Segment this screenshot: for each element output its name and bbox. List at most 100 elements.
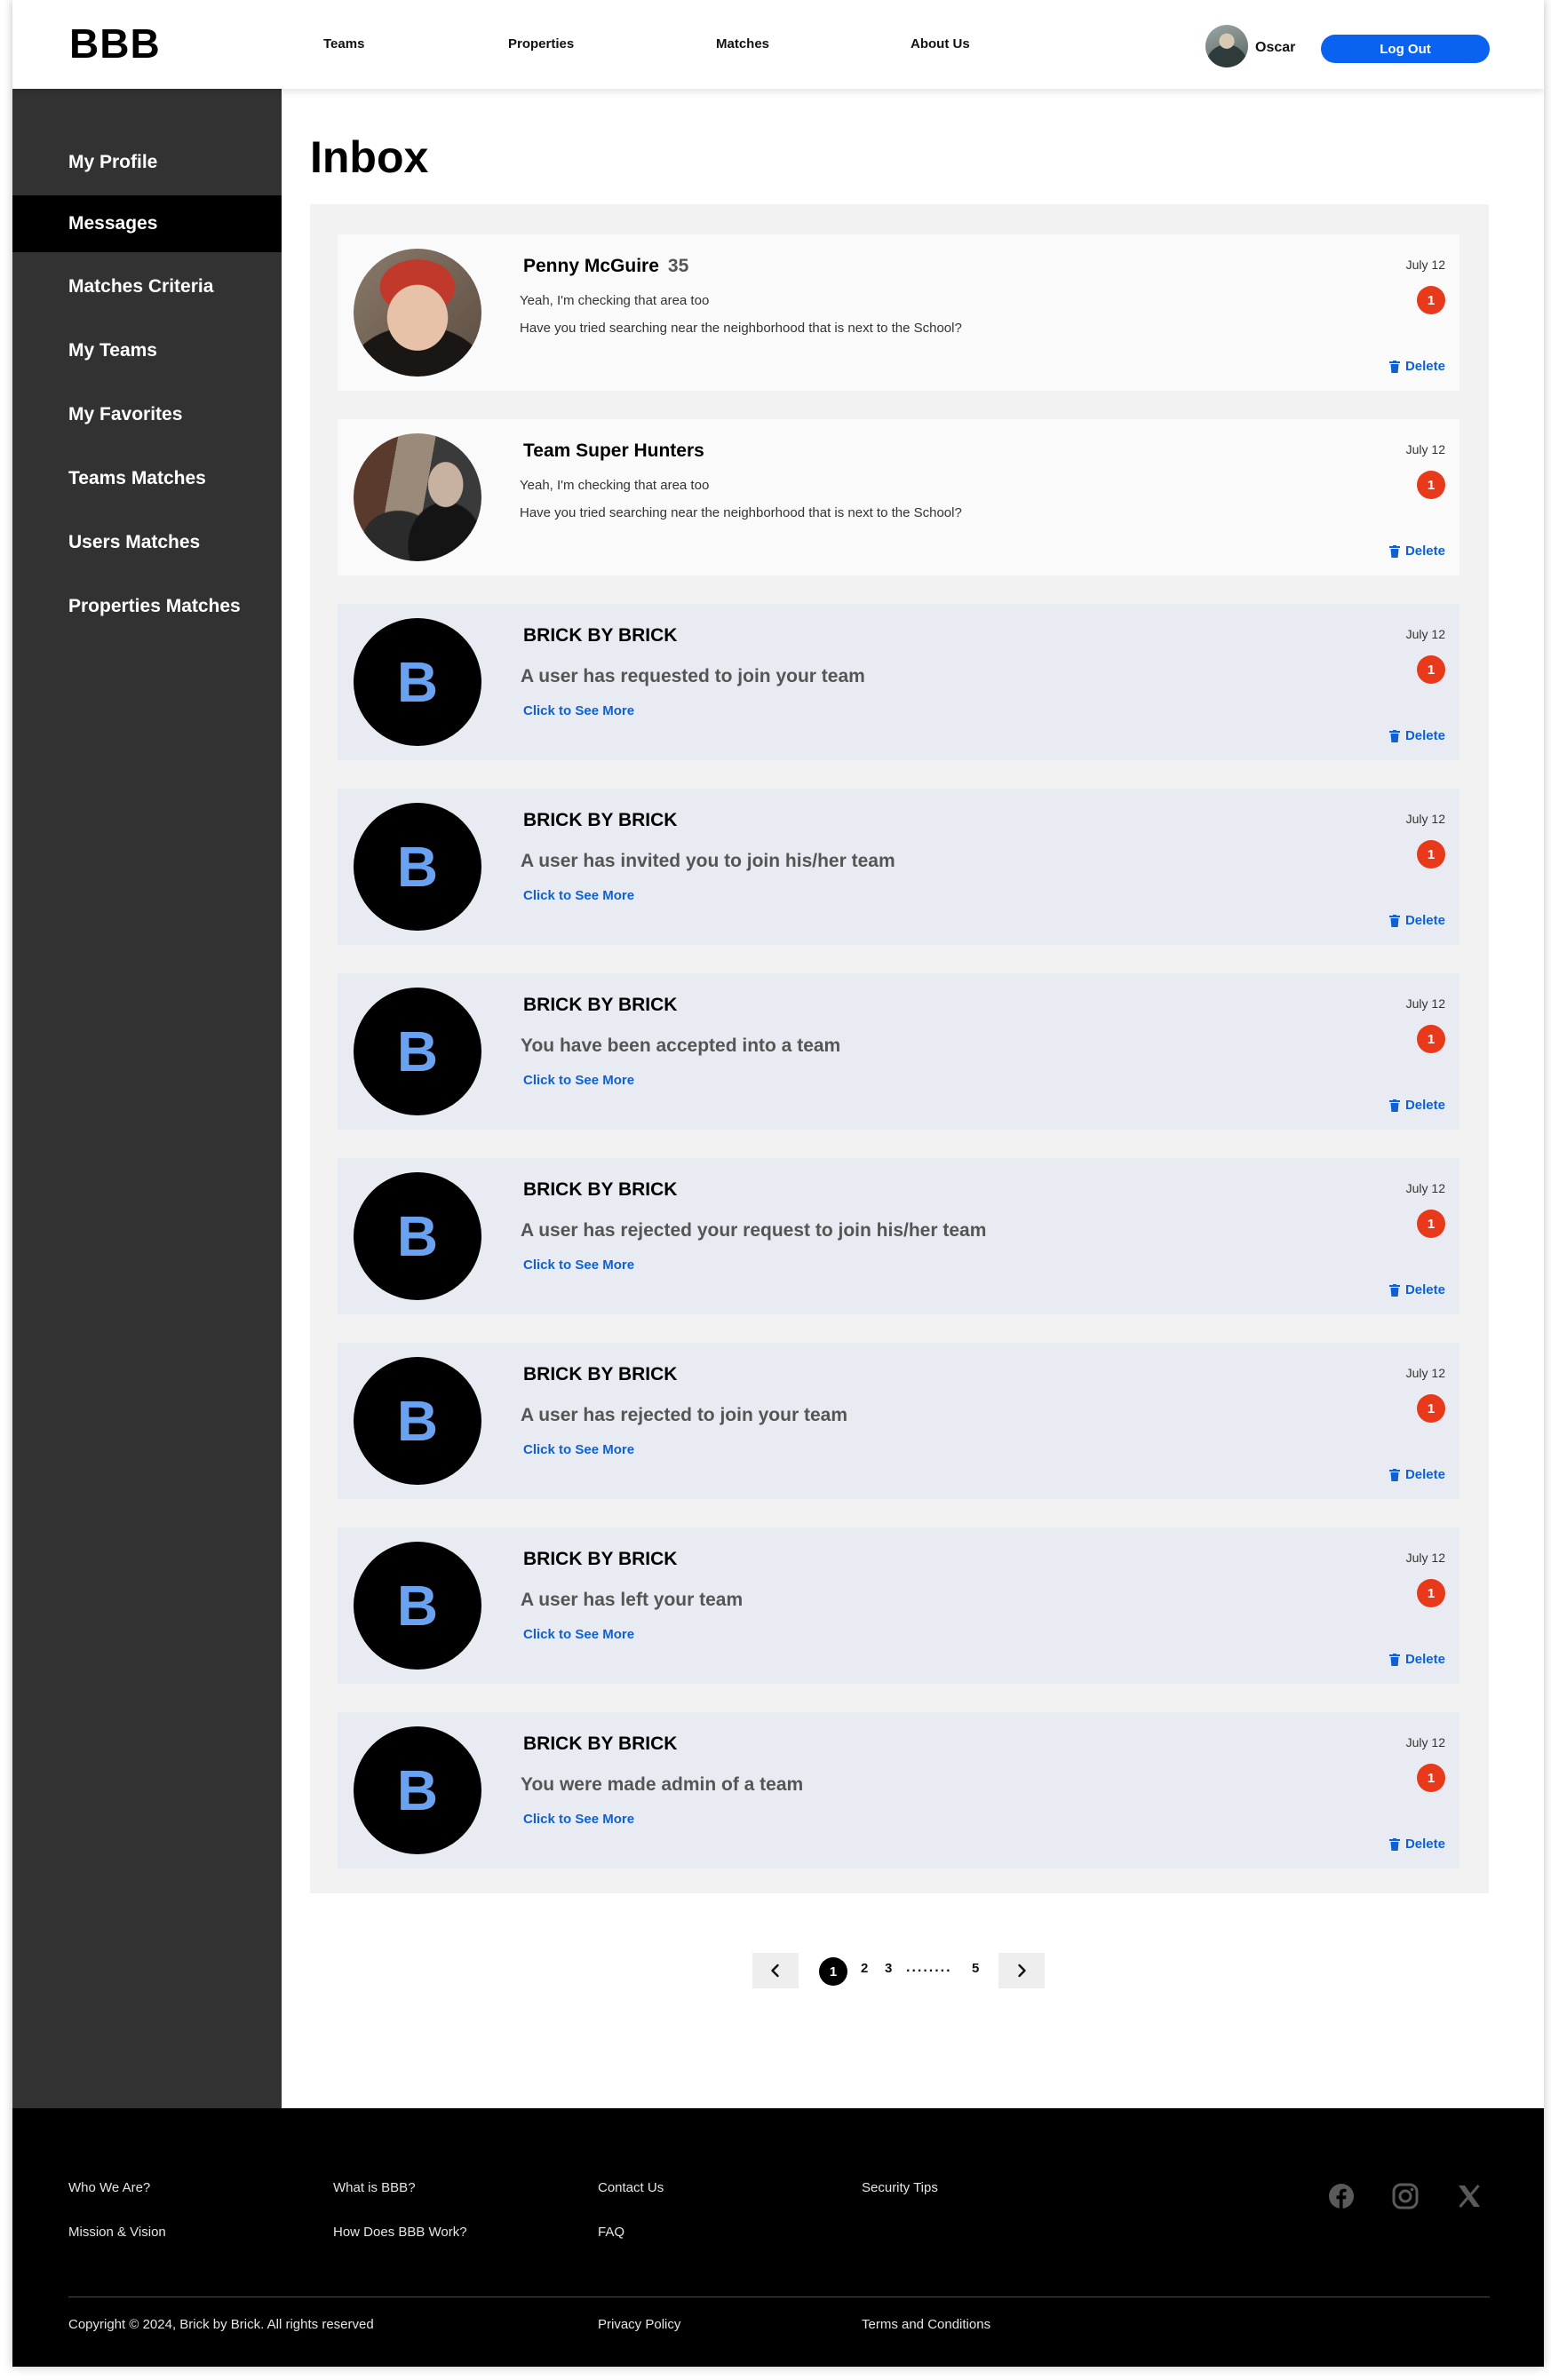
footer-link-what-is-bbb[interactable]: What is BBB? [333, 2180, 416, 2195]
sidebar-item-my-teams[interactable]: My Teams [12, 322, 282, 379]
message-date: July 12 [1405, 1735, 1445, 1749]
avatar [354, 433, 481, 561]
see-more-link[interactable]: Click to See More [523, 1812, 634, 1827]
message-card[interactable]: B BRICK BY BRICK A user has rejected you… [338, 1158, 1460, 1314]
brand-avatar: B [354, 1542, 481, 1670]
sender-name: BRICK BY BRICK [523, 1364, 678, 1384]
footer-link-privacy-policy[interactable]: Privacy Policy [598, 2317, 680, 2332]
pagination-current-page[interactable]: 1 [819, 1957, 847, 1986]
sender-name: Team Super Hunters [523, 440, 704, 461]
message-card[interactable]: B BRICK BY BRICK A user has invited you … [338, 789, 1460, 945]
pagination-next-button[interactable] [998, 1953, 1045, 1988]
sender-name: BRICK BY BRICK [523, 1179, 678, 1200]
brand-avatar-letter: B [396, 1574, 439, 1638]
delete-button[interactable]: Delete [1388, 913, 1445, 928]
sidebar-item-properties-matches[interactable]: Properties Matches [12, 578, 282, 635]
brand-avatar-letter: B [396, 1019, 439, 1083]
trash-icon [1388, 914, 1400, 927]
see-more-link[interactable]: Click to See More [523, 1257, 634, 1273]
unread-badge: 1 [1417, 1394, 1445, 1423]
delete-button[interactable]: Delete [1388, 1282, 1445, 1297]
instagram-icon[interactable] [1392, 2183, 1419, 2209]
see-more-link[interactable]: Click to See More [523, 1442, 634, 1457]
user-name[interactable]: Oscar [1255, 40, 1295, 56]
footer-link-how-bbb-works[interactable]: How Does BBB Work? [333, 2225, 467, 2240]
brand-avatar-letter: B [396, 1758, 439, 1822]
user-avatar[interactable] [1205, 25, 1248, 67]
brand-avatar: B [354, 1172, 481, 1300]
footer-link-contact-us[interactable]: Contact Us [598, 2180, 664, 2195]
sidebar-item-my-favorites[interactable]: My Favorites [12, 386, 282, 443]
sidebar-item-messages[interactable]: Messages [12, 195, 282, 252]
delete-button[interactable]: Delete [1388, 728, 1445, 743]
footer-link-security-tips[interactable]: Security Tips [862, 2180, 938, 2195]
sidebar-item-matches-criteria[interactable]: Matches Criteria [12, 258, 282, 315]
footer-link-who-we-are[interactable]: Who We Are? [68, 2180, 150, 2195]
trash-icon [1388, 544, 1400, 558]
copyright-text: Copyright © 2024, Brick by Brick. All ri… [68, 2317, 374, 2332]
chevron-right-icon [1018, 1964, 1026, 1978]
brand-avatar-letter: B [396, 1204, 439, 1268]
message-card[interactable]: B BRICK BY BRICK A user has requested to… [338, 604, 1460, 760]
logo[interactable]: BBB [69, 20, 161, 67]
message-preview-line: Have you tried searching near the neighb… [520, 505, 962, 520]
message-card[interactable]: B BRICK BY BRICK A user has left your te… [338, 1527, 1460, 1684]
sender-name: BRICK BY BRICK [523, 625, 678, 646]
pagination-page[interactable]: 5 [972, 1961, 979, 1976]
pagination-prev-button[interactable] [752, 1953, 799, 1988]
unread-badge: 1 [1417, 286, 1445, 314]
see-more-link[interactable]: Click to See More [523, 1627, 634, 1642]
footer-link-faq[interactable]: FAQ [598, 2225, 624, 2240]
delete-label: Delete [1404, 543, 1445, 559]
brand-avatar: B [354, 988, 481, 1115]
nav-properties[interactable]: Properties [508, 36, 574, 52]
brand-avatar-letter: B [396, 650, 439, 714]
trash-icon [1388, 729, 1400, 742]
message-card[interactable]: Team Super Hunters Yeah, I'm checking th… [338, 419, 1460, 575]
pagination-page[interactable]: 3 [885, 1961, 892, 1976]
notification-text: A user has left your team [521, 1590, 744, 1610]
delete-label: Delete [1404, 728, 1445, 743]
pagination-page[interactable]: 2 [861, 1961, 868, 1976]
delete-button[interactable]: Delete [1388, 1098, 1445, 1113]
delete-button[interactable]: Delete [1388, 359, 1445, 374]
message-date: July 12 [1405, 1366, 1445, 1380]
trash-icon [1388, 1837, 1400, 1851]
nav-matches[interactable]: Matches [716, 36, 769, 52]
message-date: July 12 [1405, 442, 1445, 456]
brand-avatar: B [354, 618, 481, 746]
nav-teams[interactable]: Teams [323, 36, 364, 52]
notification-text: A user has rejected to join your team [521, 1405, 847, 1425]
sidebar-item-users-matches[interactable]: Users Matches [12, 514, 282, 571]
message-preview-line: Yeah, I'm checking that area too [520, 293, 710, 308]
nav-about-us[interactable]: About Us [911, 36, 970, 52]
see-more-link[interactable]: Click to See More [523, 1073, 634, 1088]
message-card[interactable]: Penny McGuire 35 Yeah, I'm checking that … [338, 234, 1460, 391]
see-more-link[interactable]: Click to See More [523, 888, 634, 903]
page: BBB Teams Properties Matches About Us Os… [12, 0, 1544, 2367]
footer: Who We Are? Mission & Vision What is BBB… [12, 2108, 1544, 2367]
delete-label: Delete [1404, 1098, 1445, 1113]
delete-label: Delete [1404, 359, 1445, 374]
delete-label: Delete [1404, 1652, 1445, 1667]
delete-button[interactable]: Delete [1388, 543, 1445, 559]
logout-button[interactable]: Log Out [1321, 35, 1490, 63]
footer-link-terms[interactable]: Terms and Conditions [862, 2317, 990, 2332]
message-card[interactable]: B BRICK BY BRICK You were made admin of … [338, 1712, 1460, 1868]
sender-name: Penny McGuire 35 [523, 256, 688, 277]
footer-link-mission-vision[interactable]: Mission & Vision [68, 2225, 166, 2240]
sidebar-item-teams-matches[interactable]: Teams Matches [12, 450, 282, 507]
delete-button[interactable]: Delete [1388, 1467, 1445, 1482]
message-card[interactable]: B BRICK BY BRICK You have been accepted … [338, 973, 1460, 1130]
delete-button[interactable]: Delete [1388, 1837, 1445, 1852]
delete-button[interactable]: Delete [1388, 1652, 1445, 1667]
notification-text: A user has invited you to join his/her t… [521, 851, 895, 871]
see-more-link[interactable]: Click to See More [523, 703, 634, 718]
message-card[interactable]: B BRICK BY BRICK A user has rejected to … [338, 1343, 1460, 1499]
message-date: July 12 [1405, 1551, 1445, 1565]
unread-badge: 1 [1417, 655, 1445, 684]
facebook-icon[interactable] [1328, 2183, 1355, 2209]
sidebar-item-my-profile[interactable]: My Profile [12, 134, 282, 191]
x-icon[interactable] [1456, 2183, 1483, 2209]
notification-text: A user has rejected your request to join… [521, 1220, 987, 1241]
